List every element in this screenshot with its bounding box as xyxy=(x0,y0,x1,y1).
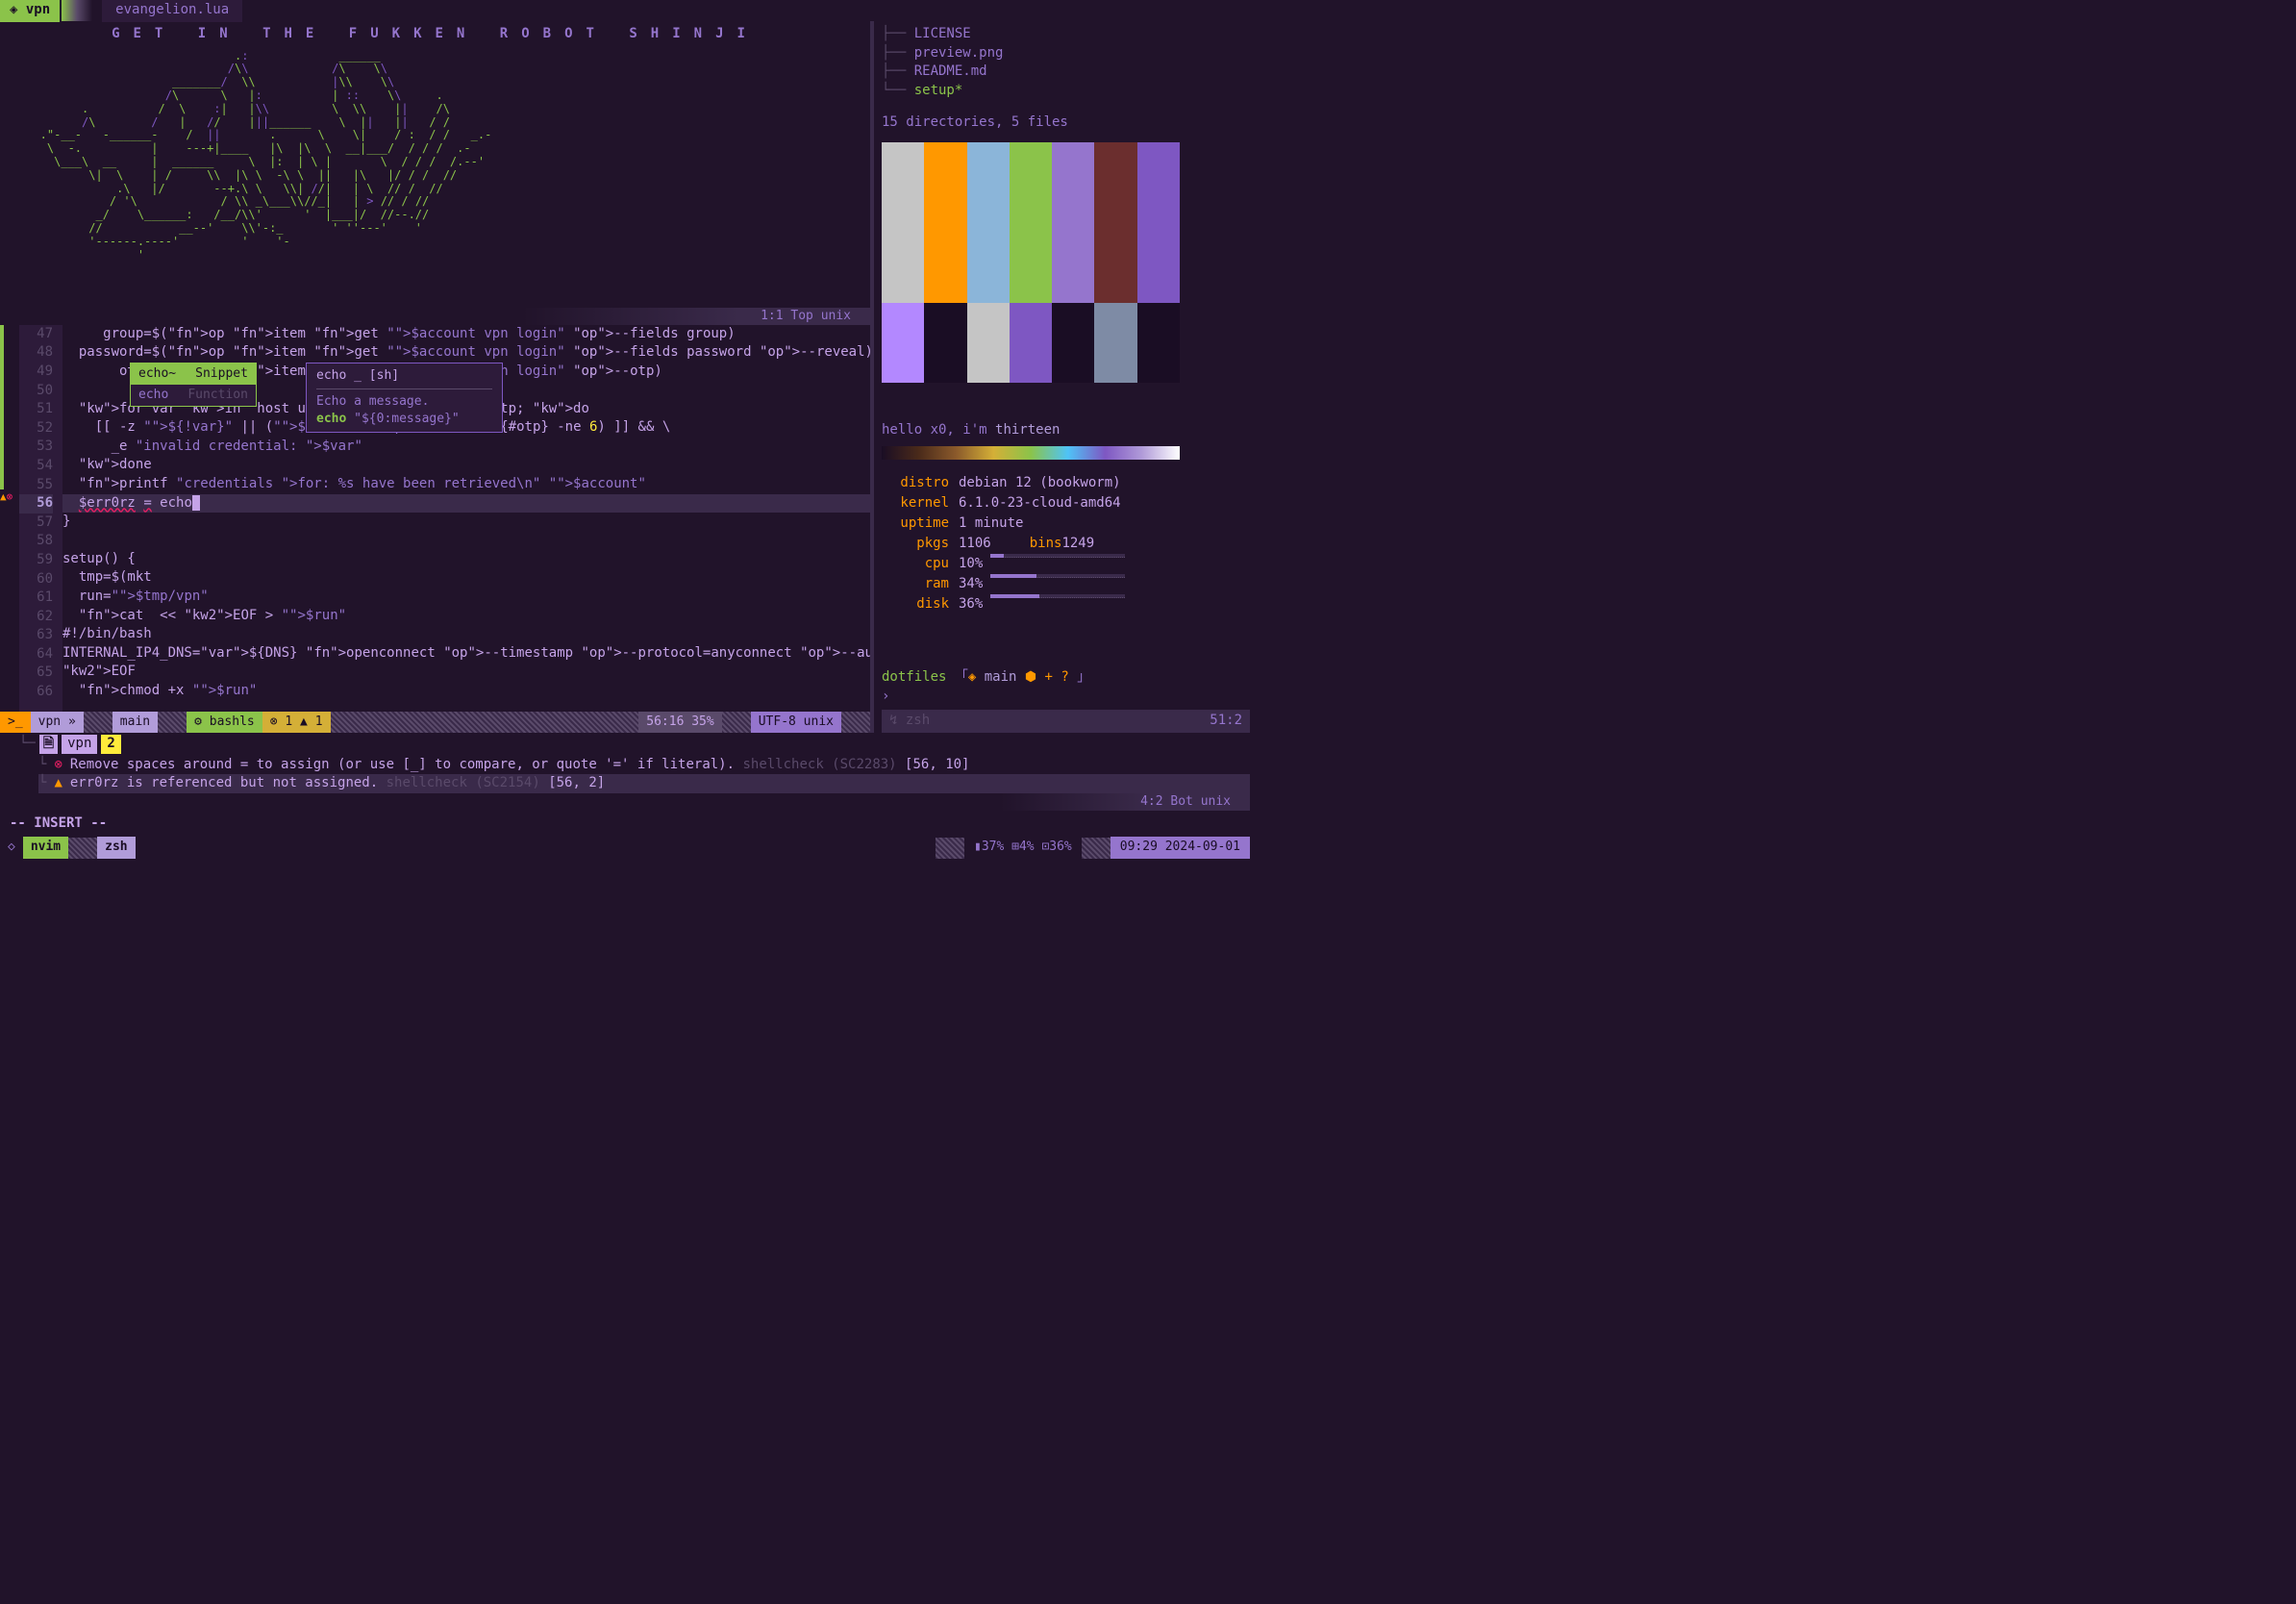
shell-prompt[interactable]: dotfiles 「◈ main ⬢ + ? 」› xyxy=(882,668,1250,706)
editor-mode: -- INSERT -- xyxy=(0,811,1250,838)
completion-doc: echo _ [sh] Echo a message. echo "${0:me… xyxy=(306,363,503,434)
tmux-prefix: ◇ xyxy=(0,837,23,858)
completion-item[interactable]: echoFunction xyxy=(131,385,256,406)
sl-diagnostics: ⊗ 1 ▲ 1 xyxy=(262,712,331,733)
sl-divider xyxy=(331,712,639,733)
sl-branch: main xyxy=(112,712,158,733)
tmux-statusbar: ◇ nvim zsh ▮37% ⊞4% ⊡36% 09:29 2024-09-0… xyxy=(0,838,1250,859)
sl-prompt-icon: >_ xyxy=(0,712,31,733)
tab-inactive[interactable]: evangelion.lua xyxy=(102,0,242,22)
tree-summary: 15 directories, 5 files xyxy=(882,113,1250,133)
line-numbers: 4748495051525354555657585960616263646566 xyxy=(19,325,62,712)
sl-divider xyxy=(158,712,187,733)
ascii-art-banner: .: ______ /\\ /\ \\ _______/ \\ |\\ \\ /… xyxy=(0,48,870,308)
sl-divider xyxy=(722,712,751,733)
sl-filename: vpn » xyxy=(31,712,84,733)
quickfix-filename: vpn xyxy=(62,735,97,754)
system-info: distrodebian 12 (bookworm) kernel6.1.0-2… xyxy=(882,473,1250,614)
tmux-window-active[interactable]: nvim xyxy=(23,837,68,858)
quickfix-header: └─ 🗎 vpn 2 xyxy=(0,733,1250,756)
quickfix-statusline: 4:2 Bot unix xyxy=(0,793,1250,811)
quickfix-item[interactable]: └⊗Remove spaces around = to assign (or u… xyxy=(38,756,1250,775)
greeting: hello x0, i'm thirteen xyxy=(882,421,1250,440)
sl-divider xyxy=(84,712,112,733)
editor-statusline: >_ vpn » main ⚙ bashls ⊗ 1 ▲ 1 56:16 35%… xyxy=(0,712,870,733)
tmux-clock: 09:29 2024-09-01 xyxy=(1111,837,1250,858)
quickfix-count: 2 xyxy=(101,735,120,754)
color-palette xyxy=(882,142,1180,383)
header-statusline: 1:1 Top unix xyxy=(0,308,870,325)
editor-tabs: vpn evangelion.lua xyxy=(0,0,1250,21)
completion-menu[interactable]: echo~Snippet echoFunction xyxy=(130,363,257,407)
sl-lsp: ⚙ bashls xyxy=(187,712,262,733)
tmux-divider xyxy=(1082,838,1111,859)
tmux-window[interactable]: zsh xyxy=(97,837,135,858)
sl-encoding: UTF-8 unix xyxy=(751,712,841,733)
tmux-stats: ▮37% ⊞4% ⊡36% xyxy=(964,837,1082,858)
file-icon: 🗎 xyxy=(39,735,58,754)
sl-divider xyxy=(841,712,870,733)
tmux-divider xyxy=(936,838,964,859)
sl-position: 56:16 35% xyxy=(638,712,721,733)
tab-active[interactable]: vpn xyxy=(0,0,60,22)
sign-column: ▲⊗ xyxy=(0,325,19,712)
file-tree[interactable]: ├── LICENSE├── preview.png├── README.md└… xyxy=(882,21,1250,104)
code-editor[interactable]: ▲⊗ 4748495051525354555657585960616263646… xyxy=(0,325,870,712)
zsh-statusline: ↯ zsh 51:2 xyxy=(882,710,1250,733)
quickfix-item[interactable]: └▲err0rz is referenced but not assigned.… xyxy=(38,774,1250,793)
quickfix-list[interactable]: └⊗Remove spaces around = to assign (or u… xyxy=(0,756,1250,793)
completion-item[interactable]: echo~Snippet xyxy=(131,363,256,385)
tab-divider xyxy=(62,0,100,21)
tmux-divider xyxy=(68,838,97,859)
header-banner: GET IN THE FUKKEN ROBOT SHINJI xyxy=(0,21,870,48)
gradient-bar xyxy=(882,446,1180,460)
